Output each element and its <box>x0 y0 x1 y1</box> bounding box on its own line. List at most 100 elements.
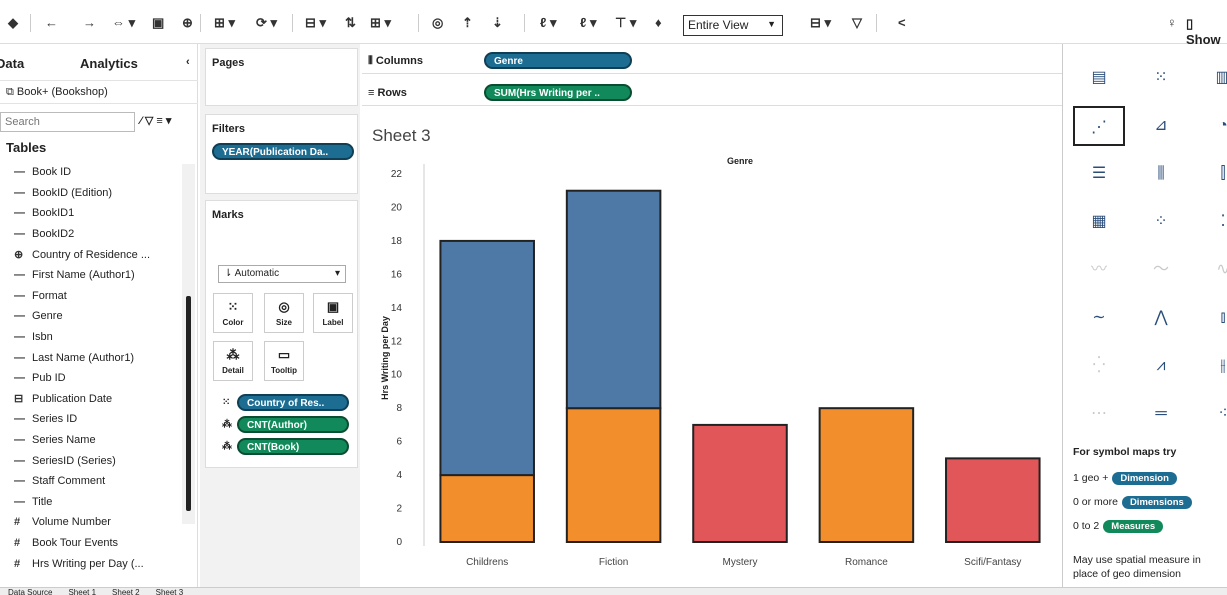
highlight-icon[interactable]: ◎ <box>432 16 443 30</box>
dual-lines-icon[interactable]: ∿ <box>1197 250 1227 290</box>
swap-icon[interactable]: ⊟ ▾ <box>305 16 326 30</box>
heat-map-icon[interactable]: ⁙ <box>1135 58 1187 98</box>
share-icon[interactable]: < <box>898 16 906 30</box>
field-item[interactable]: — Book ID <box>14 162 184 183</box>
sort-icon[interactable]: ⇅ <box>345 16 356 30</box>
detail-button[interactable]: ⁂ Detail <box>213 341 253 381</box>
new-worksheet-icon[interactable]: ⊞ ▾ <box>214 16 235 30</box>
search-tools[interactable]: ⁄ ▽ ≡ ▾ <box>140 114 171 127</box>
worksheet-view[interactable]: Sheet 3 Genre Hrs Writing per Day 0 2 4 6 8 10 1… <box>364 112 1060 576</box>
field-item[interactable]: — First Name (Author1) <box>14 265 184 286</box>
label-icon[interactable]: ℓ ▾ <box>580 16 597 30</box>
sort-descending-icon[interactable]: ⇣ <box>492 16 503 30</box>
show-me-pin-icon[interactable]: ♀ <box>1167 16 1177 30</box>
color-button[interactable]: ⁙ Color <box>213 293 253 333</box>
histogram-icon[interactable]: ⩘ <box>1135 346 1187 386</box>
filters-card[interactable]: Filters YEAR(Publication Da.. <box>205 114 358 194</box>
field-item[interactable]: — Series Name <box>14 430 184 451</box>
sheet-tab[interactable]: Sheet 3 <box>148 589 192 595</box>
marks-type-dropdown[interactable]: ⇂ Automatic ▾ <box>218 265 346 283</box>
field-item[interactable]: — Isbn <box>14 327 184 348</box>
bar-segment[interactable] <box>692 423 788 543</box>
horizontal-bars-icon[interactable]: ☰ <box>1073 154 1125 194</box>
field-item[interactable]: — BookID (Edition) <box>14 183 184 204</box>
pie-chart-icon[interactable]: ◔ <box>1197 106 1227 146</box>
field-item[interactable]: — SeriesID (Series) <box>14 450 184 471</box>
field-item[interactable]: ⊟ Publication Date <box>14 389 184 410</box>
field-item[interactable]: — Pub ID <box>14 368 184 389</box>
sheet-tab[interactable]: Sheet 1 <box>60 589 104 595</box>
fit-dropdown[interactable]: Entire View ▼ <box>683 15 783 36</box>
tab-data[interactable]: Data <box>0 56 24 71</box>
dual-combination-icon[interactable]: ⫾ <box>1197 298 1227 338</box>
size-button[interactable]: ◎ Size <box>264 293 304 333</box>
field-item[interactable]: — Format <box>14 286 184 307</box>
stacked-bars-icon[interactable]: ⫼ <box>1135 154 1187 194</box>
show-cards-icon[interactable]: ⊟ ▾ <box>810 16 831 30</box>
field-item[interactable]: # Hrs Writing per Day (... <box>14 553 184 574</box>
redo-icon[interactable]: → <box>83 16 96 30</box>
new-datasource-icon[interactable]: ⊕ <box>182 16 193 30</box>
label-button[interactable]: ▣ Label <box>313 293 353 333</box>
text-table-icon[interactable]: ▤ <box>1073 58 1125 98</box>
field-item[interactable]: — Title <box>14 492 184 513</box>
search-input[interactable] <box>0 112 135 132</box>
filled-map-icon[interactable]: ⊿ <box>1135 106 1187 146</box>
symbol-map-icon[interactable]: ⋰ <box>1073 106 1125 146</box>
highlight-table-icon[interactable]: ▥ <box>1197 58 1227 98</box>
columns-shelf[interactable]: ⦀ Columns Genre <box>362 48 1062 74</box>
tableau-icon[interactable]: ◆ <box>8 16 18 30</box>
lines-continuous-icon[interactable]: 〜 <box>1135 250 1187 290</box>
side-by-side-circles-icon[interactable]: ⁚ <box>1197 202 1227 242</box>
filter-pill[interactable]: YEAR(Publication Da.. <box>212 143 354 160</box>
datasource-item[interactable]: ⧉ Book+ (Bookshop) <box>0 80 198 104</box>
field-item[interactable]: — Series ID <box>14 409 184 430</box>
save-icon[interactable]: ▣ <box>152 16 164 30</box>
field-item[interactable]: # Book Tour Events <box>14 533 184 554</box>
bar-segment[interactable] <box>818 407 915 543</box>
bar-segment[interactable] <box>565 189 662 410</box>
field-item[interactable]: — Last Name (Author1) <box>14 347 184 368</box>
field-list-scrollbar[interactable] <box>186 296 191 511</box>
rows-shelf[interactable]: ≡ Rows SUM(Hrs Writing per .. <box>362 80 1062 106</box>
side-by-side-bars-icon[interactable]: ⫿ <box>1197 154 1227 194</box>
bar-segment[interactable] <box>439 474 535 543</box>
circle-view-icon[interactable]: ⁘ <box>1135 202 1187 242</box>
field-item[interactable]: — Genre <box>14 306 184 327</box>
detail-pill[interactable]: CNT(Book) <box>237 438 349 455</box>
detail-pill[interactable]: CNT(Author) <box>237 416 349 433</box>
group-icon[interactable]: ⊞ ▾ <box>370 16 391 30</box>
tooltip-button[interactable]: ▭ Tooltip <box>264 341 304 381</box>
box-plot-icon[interactable]: ⫲ <box>1197 346 1227 386</box>
field-item[interactable]: — BookID2 <box>14 224 184 245</box>
field-item[interactable]: — Staff Comment <box>14 471 184 492</box>
area-discrete-icon[interactable]: ⋀ <box>1135 298 1187 338</box>
bar-segment[interactable] <box>439 239 535 477</box>
pin-icon[interactable]: ♦ <box>655 16 662 30</box>
color-pill[interactable]: Country of Res.. <box>237 394 349 411</box>
bar-segment[interactable] <box>945 457 1041 544</box>
lines-discrete-icon[interactable]: 〰 <box>1073 250 1125 290</box>
sort-ascending-icon[interactable]: ⇡ <box>462 16 473 30</box>
sheet-tab[interactable]: Data Source <box>0 589 60 595</box>
field-item[interactable]: ⊕ Country of Residence ... <box>14 244 184 265</box>
undo-icon[interactable]: ← <box>45 16 58 30</box>
collapse-pane-icon[interactable]: ‹ <box>186 56 190 68</box>
field-item[interactable]: # Volume Number <box>14 512 184 533</box>
rows-pill[interactable]: SUM(Hrs Writing per .. <box>484 84 632 101</box>
highlight-marker-icon[interactable]: ℓ ▾ <box>540 16 557 30</box>
clear-icon[interactable]: ⟳ ▾ <box>256 16 277 30</box>
packed-bubbles-icon[interactable]: ⁖ <box>1197 394 1227 434</box>
bar-chart[interactable]: Genre Hrs Writing per Day 0 2 4 6 8 10 12 14 16 18 2… <box>364 112 1060 576</box>
columns-pill[interactable]: Genre <box>484 52 632 69</box>
fix-axes-icon[interactable]: ⊤ ▾ <box>615 16 636 30</box>
scatter-plot-icon[interactable]: ⁛ <box>1073 346 1125 386</box>
tab-analytics[interactable]: Analytics <box>80 56 138 71</box>
pages-card[interactable]: Pages <box>205 48 358 106</box>
bar-segment[interactable] <box>565 407 662 543</box>
bullet-graph-icon[interactable]: ═ <box>1135 394 1187 434</box>
gantt-chart-icon[interactable]: ⋯ <box>1073 394 1125 434</box>
field-item[interactable]: — BookID1 <box>14 203 184 224</box>
sheet-tab[interactable]: Sheet 2 <box>104 589 148 595</box>
treemap-icon[interactable]: ▦ <box>1073 202 1125 242</box>
